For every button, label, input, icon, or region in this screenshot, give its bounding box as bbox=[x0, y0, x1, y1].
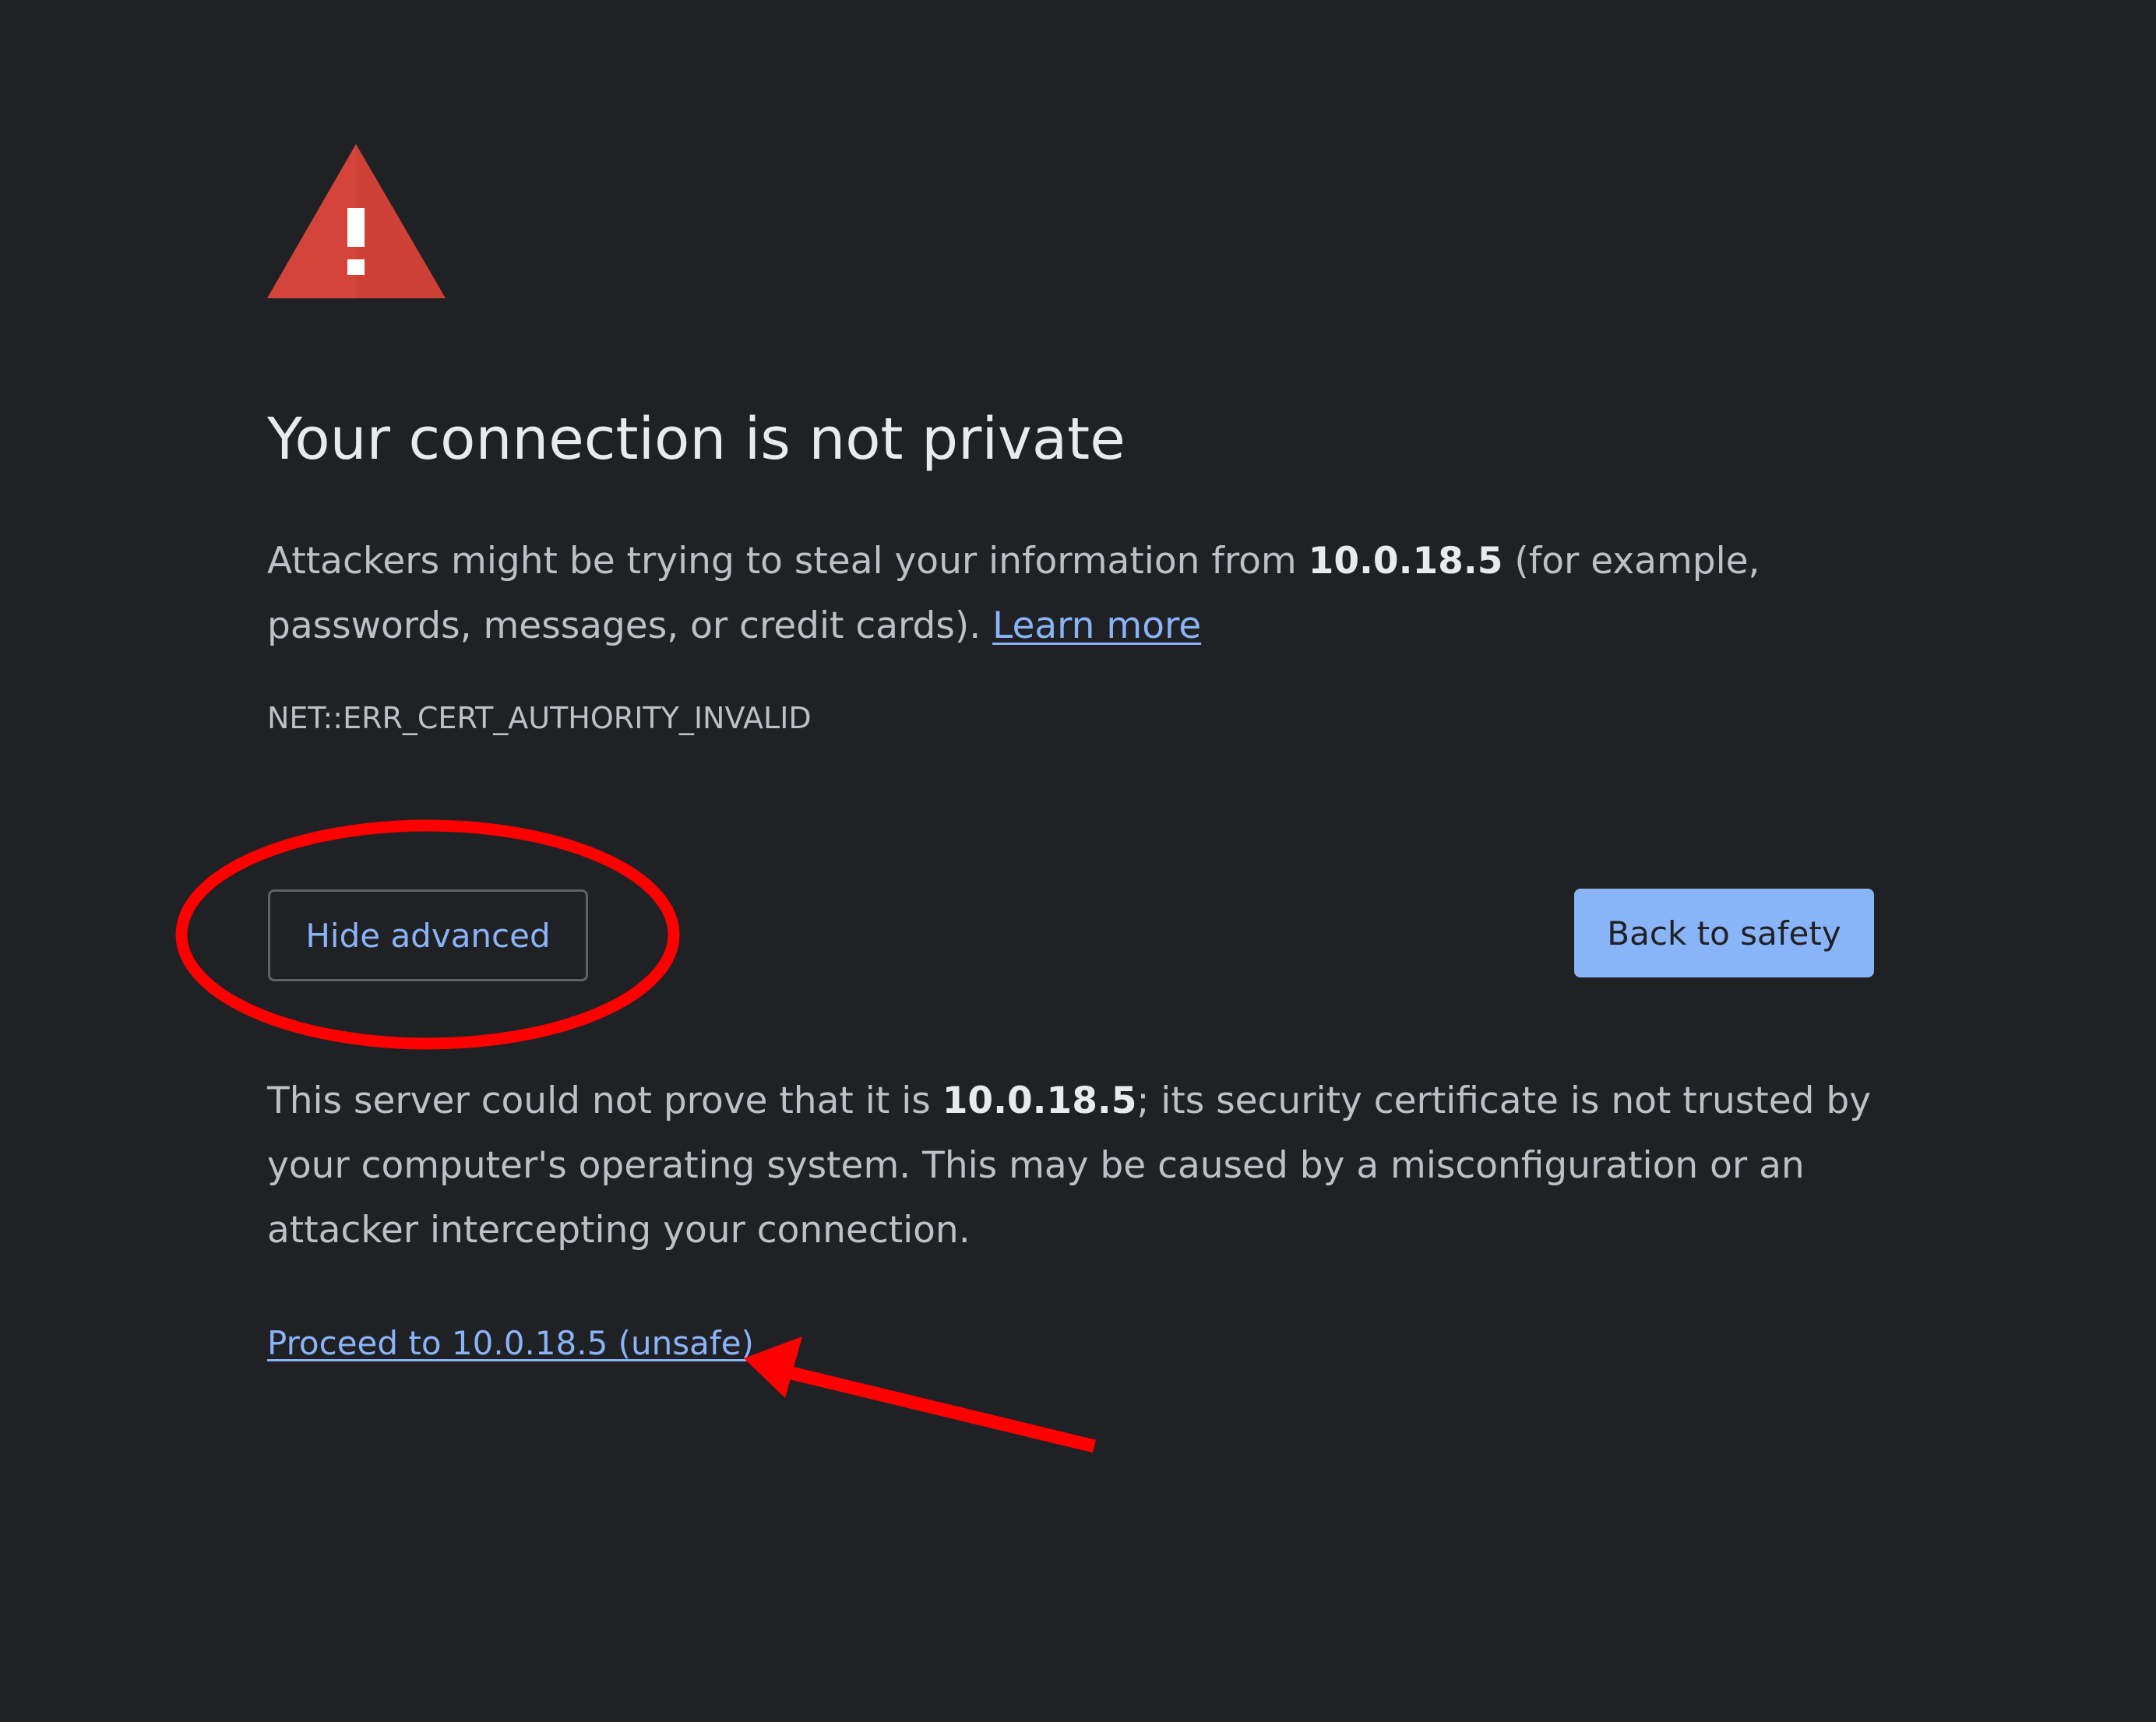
main-message-text: Attackers might be trying to steal your … bbox=[267, 540, 1309, 583]
proceed-unsafe-link[interactable]: Proceed to 10.0.18.5 (unsafe) bbox=[267, 1324, 754, 1362]
annotation-arrow-shaft bbox=[787, 1365, 1096, 1453]
host-name: 10.0.18.5 bbox=[1308, 540, 1503, 583]
error-code: NET::ERR_CERT_AUTHORITY_INVALID bbox=[267, 701, 812, 735]
details-host-name: 10.0.18.5 bbox=[942, 1079, 1137, 1122]
back-to-safety-button[interactable]: Back to safety bbox=[1574, 889, 1874, 977]
page-title: Your connection is not private bbox=[267, 406, 1126, 473]
hide-advanced-button[interactable]: Hide advanced bbox=[268, 889, 588, 981]
learn-more-link[interactable]: Learn more bbox=[992, 604, 1201, 647]
warning-triangle-icon bbox=[267, 144, 446, 298]
main-message: Attackers might be trying to steal your … bbox=[267, 529, 1903, 658]
details-text: This server could not prove that it is bbox=[267, 1079, 942, 1122]
details-message: This server could not prove that it is 1… bbox=[267, 1069, 1887, 1262]
